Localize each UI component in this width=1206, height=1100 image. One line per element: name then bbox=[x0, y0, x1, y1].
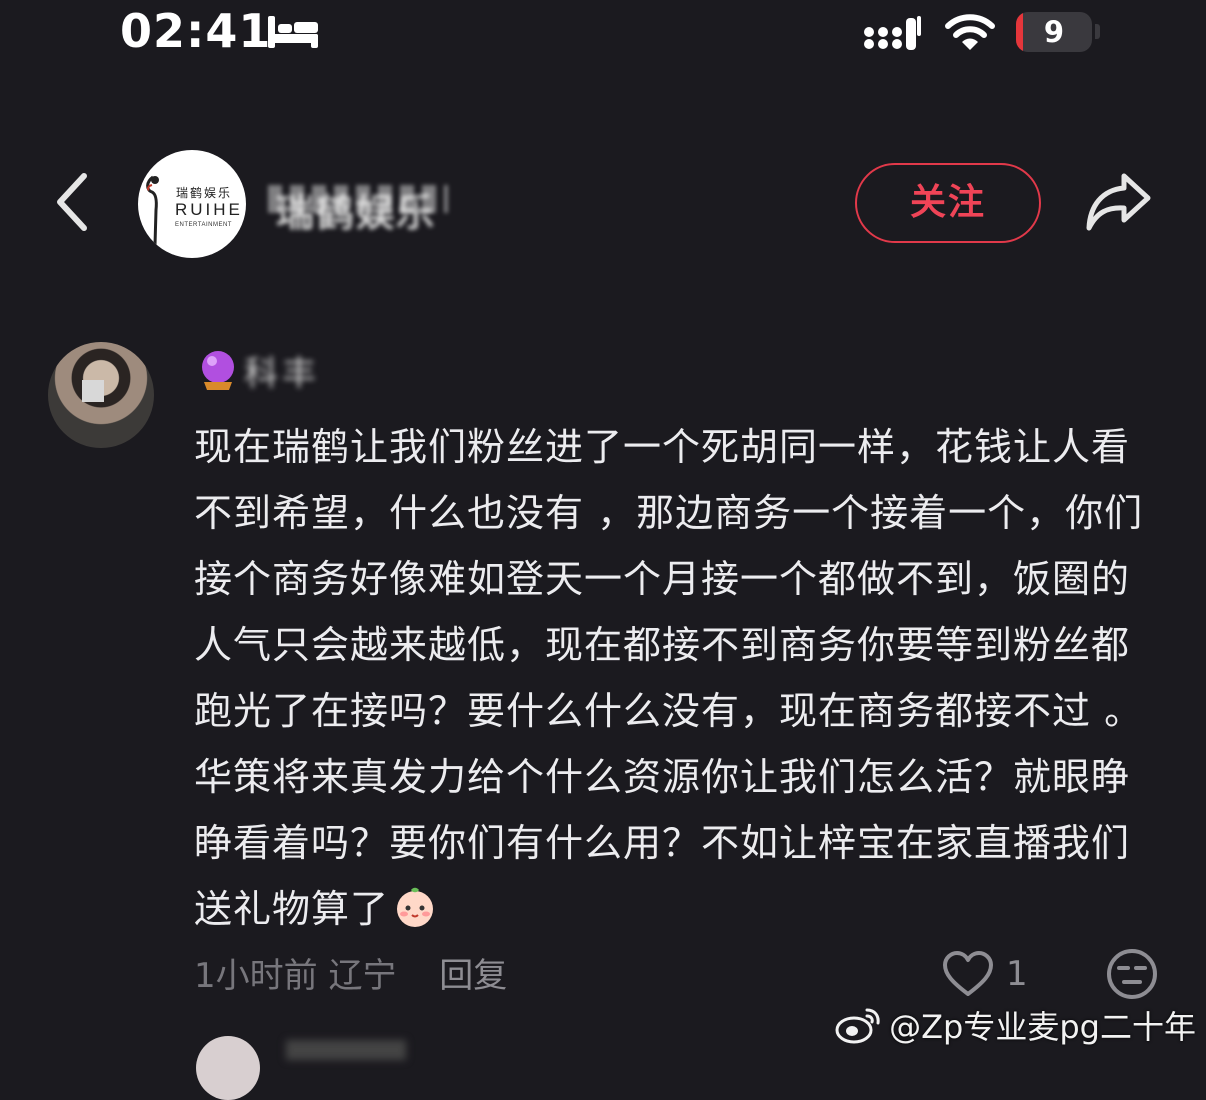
comment-location: 辽宁 bbox=[328, 956, 397, 996]
bed-icon bbox=[268, 16, 318, 48]
weibo-logo-icon bbox=[835, 1008, 880, 1044]
comment-body: 现在瑞鹤让我们粉丝进了一个死胡同一样，花钱让人看不到希望，什么也没有 ，那边商务… bbox=[194, 425, 1144, 931]
logo-text-sub: ENTERTAINMENT bbox=[175, 222, 232, 228]
wifi-icon bbox=[945, 14, 995, 50]
avatar-mosaic bbox=[82, 380, 104, 402]
account-avatar[interactable]: 瑞鹤娱乐 RUIHE ENTERTAINMENT bbox=[138, 150, 246, 258]
crystal-ball-icon bbox=[202, 351, 234, 390]
status-time: 02:41 bbox=[120, 4, 272, 58]
commenter-name[interactable]: 科丰 bbox=[244, 346, 320, 395]
comment-time: 1小时前 bbox=[194, 956, 318, 996]
comment-meta: 1小时前 辽宁 回复 bbox=[194, 948, 507, 997]
cellular-signal-icon bbox=[864, 16, 921, 50]
logo-text-cn: 瑞鹤娱乐 bbox=[176, 186, 233, 200]
name-mosaic bbox=[268, 185, 448, 213]
watermark-text: @Zp专业麦pg二十年 bbox=[889, 1008, 1196, 1046]
follow-button[interactable]: 关注 bbox=[855, 163, 1041, 243]
heart-icon[interactable] bbox=[942, 950, 994, 998]
battery-level: 9 bbox=[1043, 15, 1065, 49]
like-count: 1 bbox=[1006, 954, 1028, 994]
next-commenter-avatar[interactable] bbox=[196, 1036, 260, 1100]
share-arrow-icon[interactable] bbox=[1084, 170, 1154, 234]
battery-tip bbox=[1095, 24, 1100, 39]
status-bar: 02:41 9 bbox=[0, 0, 1206, 70]
watermark: @Zp专业麦pg二十年 bbox=[835, 1002, 1196, 1048]
next-commenter-name bbox=[286, 1040, 406, 1060]
chevron-left-icon[interactable] bbox=[52, 170, 92, 234]
reply-button[interactable]: 回复 bbox=[439, 956, 507, 996]
logo-text-en: RUIHE bbox=[175, 200, 243, 219]
unamused-face-icon[interactable] bbox=[1106, 948, 1158, 1000]
account-header: 瑞鹤娱乐 RUIHE ENTERTAINMENT 瑞鹤娱乐 关注 bbox=[0, 140, 1206, 270]
battery-icon: 9 bbox=[1016, 12, 1092, 52]
commenter-avatar[interactable] bbox=[48, 342, 154, 448]
baby-face-emoji-icon bbox=[397, 887, 434, 927]
comment-text: 现在瑞鹤让我们粉丝进了一个死胡同一样，花钱让人看不到希望，什么也没有 ，那边商务… bbox=[194, 414, 1164, 942]
